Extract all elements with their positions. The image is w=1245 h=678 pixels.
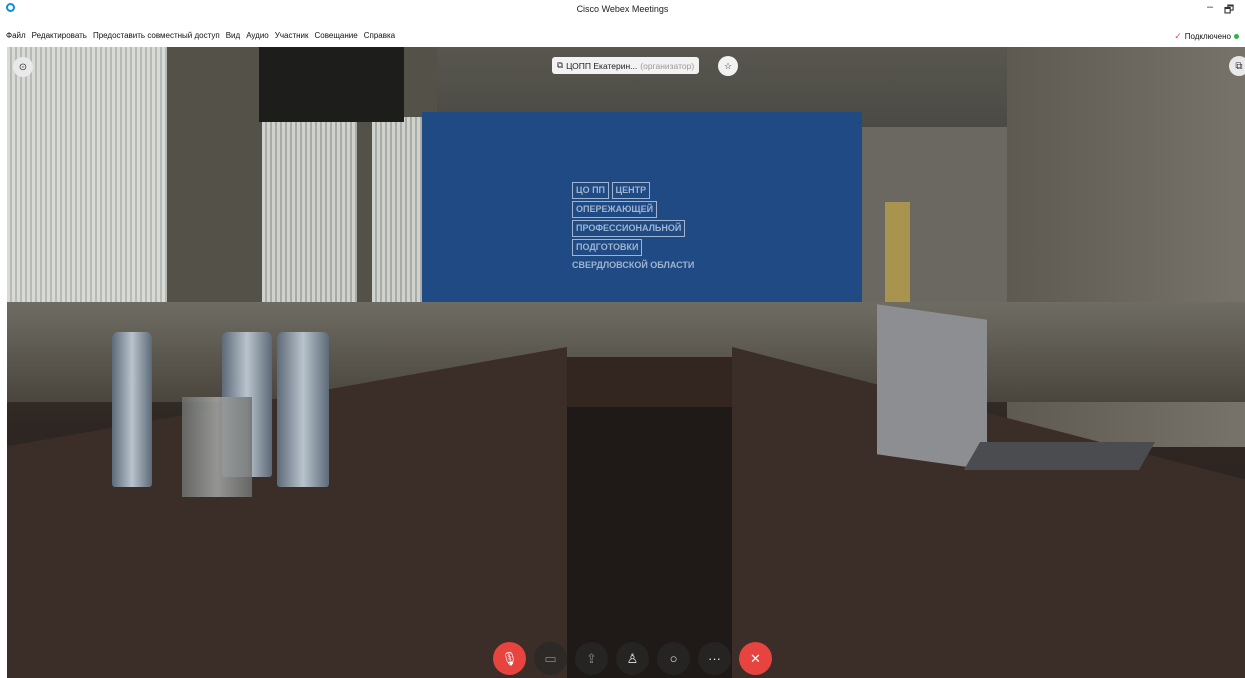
wall-logo-mark: ЦО ПП — [572, 182, 610, 199]
speaker-name: ЦОПП Екатерин... — [566, 60, 638, 71]
laptop-base — [963, 442, 1156, 470]
menu-items: Файл Редактировать Предоставить совместн… — [6, 31, 395, 40]
participants-button[interactable]: ♙ — [616, 642, 649, 675]
participants-icon: ♙ — [626, 650, 639, 666]
connection-status[interactable]: ✓ Подключено — [1174, 31, 1239, 42]
menu-file[interactable]: Файл — [6, 31, 26, 40]
wall-logo-line-2: ОПЕРЕЖАЮЩЕЙ — [572, 201, 658, 218]
layout-toggle-icon[interactable]: ⊙ — [13, 57, 33, 77]
window-blinds-right — [372, 117, 422, 302]
connection-icon: ✓ — [1174, 31, 1182, 41]
window-blinds-left — [7, 47, 167, 312]
laptop-screen — [877, 304, 987, 470]
minimize-button[interactable]: – — [1203, 1, 1217, 13]
leave-meeting-button[interactable]: ✕ — [739, 642, 772, 675]
menu-participant[interactable]: Участник — [275, 31, 309, 40]
share-button[interactable]: ⇪ — [575, 642, 608, 675]
menu-edit[interactable]: Редактировать — [32, 31, 87, 40]
drinking-glass — [182, 397, 252, 497]
pin-icon[interactable]: ☆ — [718, 56, 738, 76]
doorway — [885, 202, 910, 312]
title-bar: Cisco Webex Meetings – 🗗 — [0, 0, 1245, 20]
wall-logo-line-5: СВЕРДЛОВСКОЙ ОБЛАСТИ — [572, 260, 695, 270]
menu-bar: Файл Редактировать Предоставить совместн… — [0, 28, 1245, 44]
chat-button[interactable]: ○ — [657, 642, 690, 675]
restore-button[interactable]: 🗗 — [1222, 1, 1236, 20]
wall-logo: ЦО ПП ЦЕНТР ОПЕРЕЖАЮЩЕЙ ПРОФЕССИОНАЛЬНОЙ… — [572, 182, 694, 275]
speaker-role: (организатор) — [640, 60, 695, 71]
menu-view[interactable]: Вид — [226, 31, 240, 40]
wall-logo-line-1: ЦЕНТР — [611, 182, 651, 199]
water-bottle — [277, 332, 329, 487]
video-off-icon: ▭ — [544, 650, 557, 666]
menu-help[interactable]: Справка — [364, 31, 395, 40]
connection-dot-icon — [1234, 34, 1239, 39]
mic-muted-icon: 🎙 — [501, 650, 518, 666]
active-speaker-label[interactable]: ⧉ ЦОПП Екатерин... (организатор) — [552, 57, 700, 74]
mute-button[interactable]: 🎙 — [493, 642, 526, 675]
share-icon: ⇪ — [586, 650, 597, 666]
menu-share[interactable]: Предоставить совместный доступ — [93, 31, 220, 40]
meeting-controls: 🎙 ▭ ⇪ ♙ ○ ··· ✕ — [493, 642, 772, 675]
chat-icon: ○ — [669, 651, 678, 666]
video-button[interactable]: ▭ — [534, 642, 567, 675]
water-bottle — [112, 332, 152, 487]
close-icon: ✕ — [750, 650, 761, 666]
wall-logo-line-3: ПРОФЕССИОНАЛЬНОЙ — [572, 220, 686, 237]
video-stage[interactable]: ЦО ПП ЦЕНТР ОПЕРЕЖАЮЩЕЙ ПРОФЕССИОНАЛЬНОЙ… — [7, 47, 1245, 678]
menu-audio[interactable]: Аудио — [246, 31, 269, 40]
more-icon: ··· — [708, 651, 721, 666]
window-blinds-center — [262, 122, 357, 302]
menu-meeting[interactable]: Совещание — [315, 31, 358, 40]
wall-tv — [259, 47, 404, 122]
popout-icon[interactable]: ⧉ — [1229, 56, 1245, 76]
speaker-video-icon: ⧉ — [557, 60, 564, 70]
more-options-button[interactable]: ··· — [698, 642, 731, 675]
wall-logo-line-4: ПОДГОТОВКИ — [572, 239, 643, 256]
connection-status-label: Подключено — [1184, 32, 1231, 41]
window-title: Cisco Webex Meetings — [576, 4, 669, 14]
